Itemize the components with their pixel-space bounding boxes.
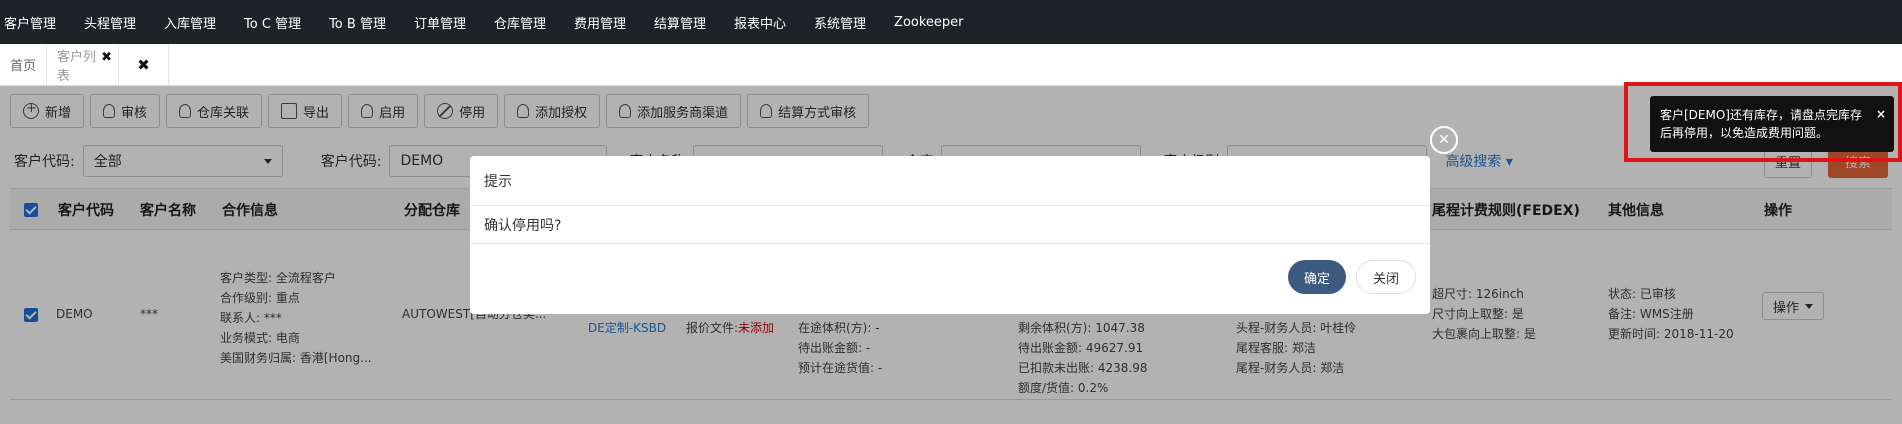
confirm-button[interactable]: 确定 bbox=[1288, 260, 1346, 294]
nav-fees[interactable]: 费用管理 bbox=[560, 13, 640, 32]
toast-notification: 客户[DEMO]还有库存，请盘点完库存后再停用，以免造成费用问题。 × bbox=[1650, 96, 1894, 152]
confirm-dialog: 提示 确认停用吗? 确定 关闭 bbox=[470, 156, 1430, 314]
top-nav: 客户管理 头程管理 入库管理 To C 管理 To B 管理 订单管理 仓库管理… bbox=[0, 0, 1902, 44]
dialog-close-icon[interactable]: ✕ bbox=[1430, 126, 1458, 154]
close-button[interactable]: 关闭 bbox=[1356, 260, 1416, 294]
nav-settlement[interactable]: 结算管理 bbox=[640, 13, 720, 32]
nav-system[interactable]: 系统管理 bbox=[800, 13, 880, 32]
nav-to-c[interactable]: To C 管理 bbox=[230, 13, 315, 32]
tab-home[interactable]: 首页 bbox=[0, 44, 48, 85]
nav-reports[interactable]: 报表中心 bbox=[720, 13, 800, 32]
dialog-message: 确认停用吗? bbox=[470, 206, 1430, 244]
toast-close-icon[interactable]: × bbox=[1876, 105, 1886, 123]
nav-warehouse[interactable]: 仓库管理 bbox=[480, 13, 560, 32]
toast-message: 客户[DEMO]还有库存，请盘点完库存后再停用，以免造成费用问题。 bbox=[1660, 108, 1862, 140]
tab-customer-list[interactable]: 客户列表 ✖ bbox=[47, 44, 120, 85]
nav-zookeeper[interactable]: Zookeeper bbox=[880, 15, 977, 30]
nav-customer[interactable]: 客户管理 bbox=[0, 13, 70, 32]
tab-home-label: 首页 bbox=[10, 59, 37, 74]
nav-orders[interactable]: 订单管理 bbox=[400, 13, 480, 32]
nav-inbound[interactable]: 入库管理 bbox=[150, 13, 230, 32]
close-all-tabs-icon[interactable]: ✖ bbox=[119, 44, 170, 85]
dialog-title: 提示 bbox=[470, 156, 1430, 206]
dialog-footer: 确定 关闭 bbox=[1288, 260, 1416, 294]
nav-to-b[interactable]: To B 管理 bbox=[315, 13, 400, 32]
tab-close-icon[interactable]: ✖ bbox=[101, 50, 112, 65]
tab-bar: 首页 客户列表 ✖ ✖ bbox=[0, 44, 1902, 86]
nav-first-leg[interactable]: 头程管理 bbox=[70, 13, 150, 32]
